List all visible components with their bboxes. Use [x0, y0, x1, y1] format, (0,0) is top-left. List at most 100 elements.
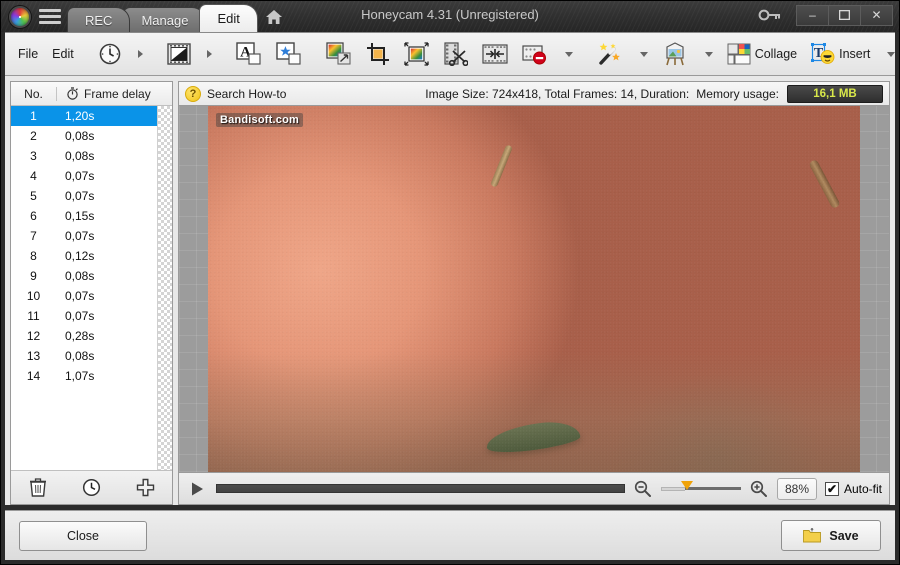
chevron-down-icon [704, 51, 713, 57]
collage-tool[interactable]: Collage [720, 36, 804, 72]
table-row[interactable]: 8 0,12s [11, 246, 157, 266]
resize-tool[interactable] [319, 36, 359, 72]
table-row[interactable]: 5 0,07s [11, 186, 157, 206]
table-row[interactable]: 7 0,07s [11, 226, 157, 246]
autofit-checkbox-box[interactable]: ✔ [824, 481, 839, 496]
frame-delay-value: 0,07s [65, 189, 95, 203]
menu-file-label: File [18, 47, 39, 61]
sticker-tool[interactable] [269, 36, 309, 72]
clock-icon [99, 43, 121, 65]
canvas-expand-icon [404, 42, 429, 66]
table-row[interactable]: 4 0,07s [11, 166, 157, 186]
tab-manage[interactable]: Manage [123, 7, 207, 32]
key-icon[interactable] [755, 4, 785, 26]
home-icon[interactable] [261, 4, 287, 29]
zoom-track-right [684, 487, 741, 490]
insert-dropdown[interactable] [877, 36, 900, 72]
close-button[interactable]: ✕ [860, 4, 893, 26]
table-row[interactable]: 12 0,28s [11, 326, 157, 346]
menu-file[interactable]: File [11, 36, 45, 72]
transition-tool[interactable] [160, 36, 198, 72]
table-row[interactable]: 2 0,08s [11, 126, 157, 146]
frame-rows: 1 1,20s 2 0,08s 3 0,08s 4 0,07s 5 0,07s 6 0,15s 7 0,0… [11, 106, 157, 470]
frame-number: 10 [26, 289, 41, 303]
zoom-level-button[interactable]: 88% [776, 477, 817, 500]
delete-frames-tool[interactable] [515, 36, 555, 72]
delete-frames-icon [522, 45, 546, 65]
set-delay-button[interactable] [74, 475, 108, 501]
transition-dropdown[interactable] [198, 36, 219, 72]
minimize-button[interactable]: – [796, 4, 829, 26]
frame-number: 7 [30, 229, 37, 243]
table-row[interactable]: 9 0,08s [11, 266, 157, 286]
close-button-label: Close [67, 528, 99, 543]
chevron-right-icon [206, 50, 212, 58]
film-contrast-icon [167, 43, 191, 65]
timeline-slider[interactable] [216, 484, 625, 493]
collage-icon [727, 43, 751, 65]
table-row[interactable]: 10 0,07s [11, 286, 157, 306]
zoom-in-icon[interactable] [749, 479, 769, 499]
frame-delay-dropdown[interactable] [129, 36, 150, 72]
resize-icon [326, 42, 351, 65]
close-button[interactable]: Close [19, 520, 147, 551]
column-header-no[interactable]: No. [11, 87, 56, 101]
frame-delay-tool[interactable] [91, 36, 129, 72]
tab-edit[interactable]: Edit [199, 4, 258, 32]
frame-list-panel: No. Frame delay 1 1,20s 2 0,08s 3 0,08s 4 0,07s… [10, 81, 173, 505]
delete-frame-button[interactable] [21, 475, 55, 501]
table-row[interactable]: 11 0,07s [11, 306, 157, 326]
search-howto-link[interactable]: Search How-to [207, 87, 286, 101]
title-bar: REC Manage Edit Honeycam 4.31 (Unregiste… [1, 1, 899, 32]
canvas-size-tool[interactable] [397, 36, 436, 72]
table-row[interactable]: 14 1,07s [11, 366, 157, 386]
image-shadow [208, 352, 860, 472]
cut-frames-tool[interactable] [436, 36, 475, 72]
frame-list-footer [11, 470, 172, 504]
frame-delay-value: 0,08s [65, 269, 95, 283]
player-bar: 88% ✔ Auto-fit [178, 473, 890, 505]
frame-number: 4 [30, 169, 37, 183]
zoom-slider-handle[interactable] [680, 480, 693, 490]
insert-tool[interactable]: T Insert [804, 36, 877, 72]
frame-delay-value: 1,20s [65, 109, 95, 123]
chevron-down-icon [887, 51, 896, 57]
join-frames-tool[interactable] [475, 36, 515, 72]
text-tool[interactable]: A [229, 36, 269, 72]
autofit-checkbox[interactable]: ✔ Auto-fit [824, 481, 882, 496]
image-info-text: Image Size: 724x418, Total Frames: 14, D… [425, 86, 690, 101]
frame-number: 3 [30, 149, 37, 163]
crop-tool[interactable] [359, 36, 397, 72]
add-frame-button[interactable] [128, 475, 162, 501]
zoom-slider[interactable] [660, 479, 741, 499]
image-canvas[interactable]: Bandisoft.com [178, 105, 890, 473]
honeycam-window: REC Manage Edit Honeycam 4.31 (Unregiste… [0, 0, 900, 565]
column-header-delay[interactable]: Frame delay [57, 87, 172, 101]
table-row[interactable]: 3 0,08s [11, 146, 157, 166]
filter-tool[interactable] [655, 36, 695, 72]
memory-usage-label: Memory usage: [696, 86, 779, 101]
insert-emoji-icon: T [811, 42, 835, 64]
frame-delay-value: 0,07s [65, 229, 95, 243]
zoom-out-icon[interactable] [633, 479, 653, 499]
table-row[interactable]: 13 0,08s [11, 346, 157, 366]
question-mark-icon[interactable]: ? [185, 85, 201, 102]
table-row[interactable]: 1 1,20s [11, 106, 157, 126]
plus-icon [136, 478, 154, 497]
menu-edit[interactable]: Edit [45, 36, 81, 72]
table-row[interactable]: 6 0,15s [11, 206, 157, 226]
frame-delay-value: 0,07s [65, 309, 95, 323]
delete-frames-dropdown[interactable] [555, 36, 580, 72]
frame-list-scrollbar[interactable] [157, 106, 172, 470]
play-icon[interactable] [186, 478, 208, 500]
frame-number: 12 [26, 329, 41, 343]
save-button[interactable]: Save [781, 520, 881, 551]
effects-tool[interactable] [590, 36, 630, 72]
honeycam-logo-icon[interactable] [9, 6, 31, 28]
effects-dropdown[interactable] [630, 36, 655, 72]
hamburger-menu-icon[interactable] [39, 5, 61, 27]
tab-rec[interactable]: REC [67, 7, 131, 32]
filter-dropdown[interactable] [695, 36, 720, 72]
frame-number: 8 [30, 249, 37, 263]
maximize-button[interactable] [828, 4, 861, 26]
